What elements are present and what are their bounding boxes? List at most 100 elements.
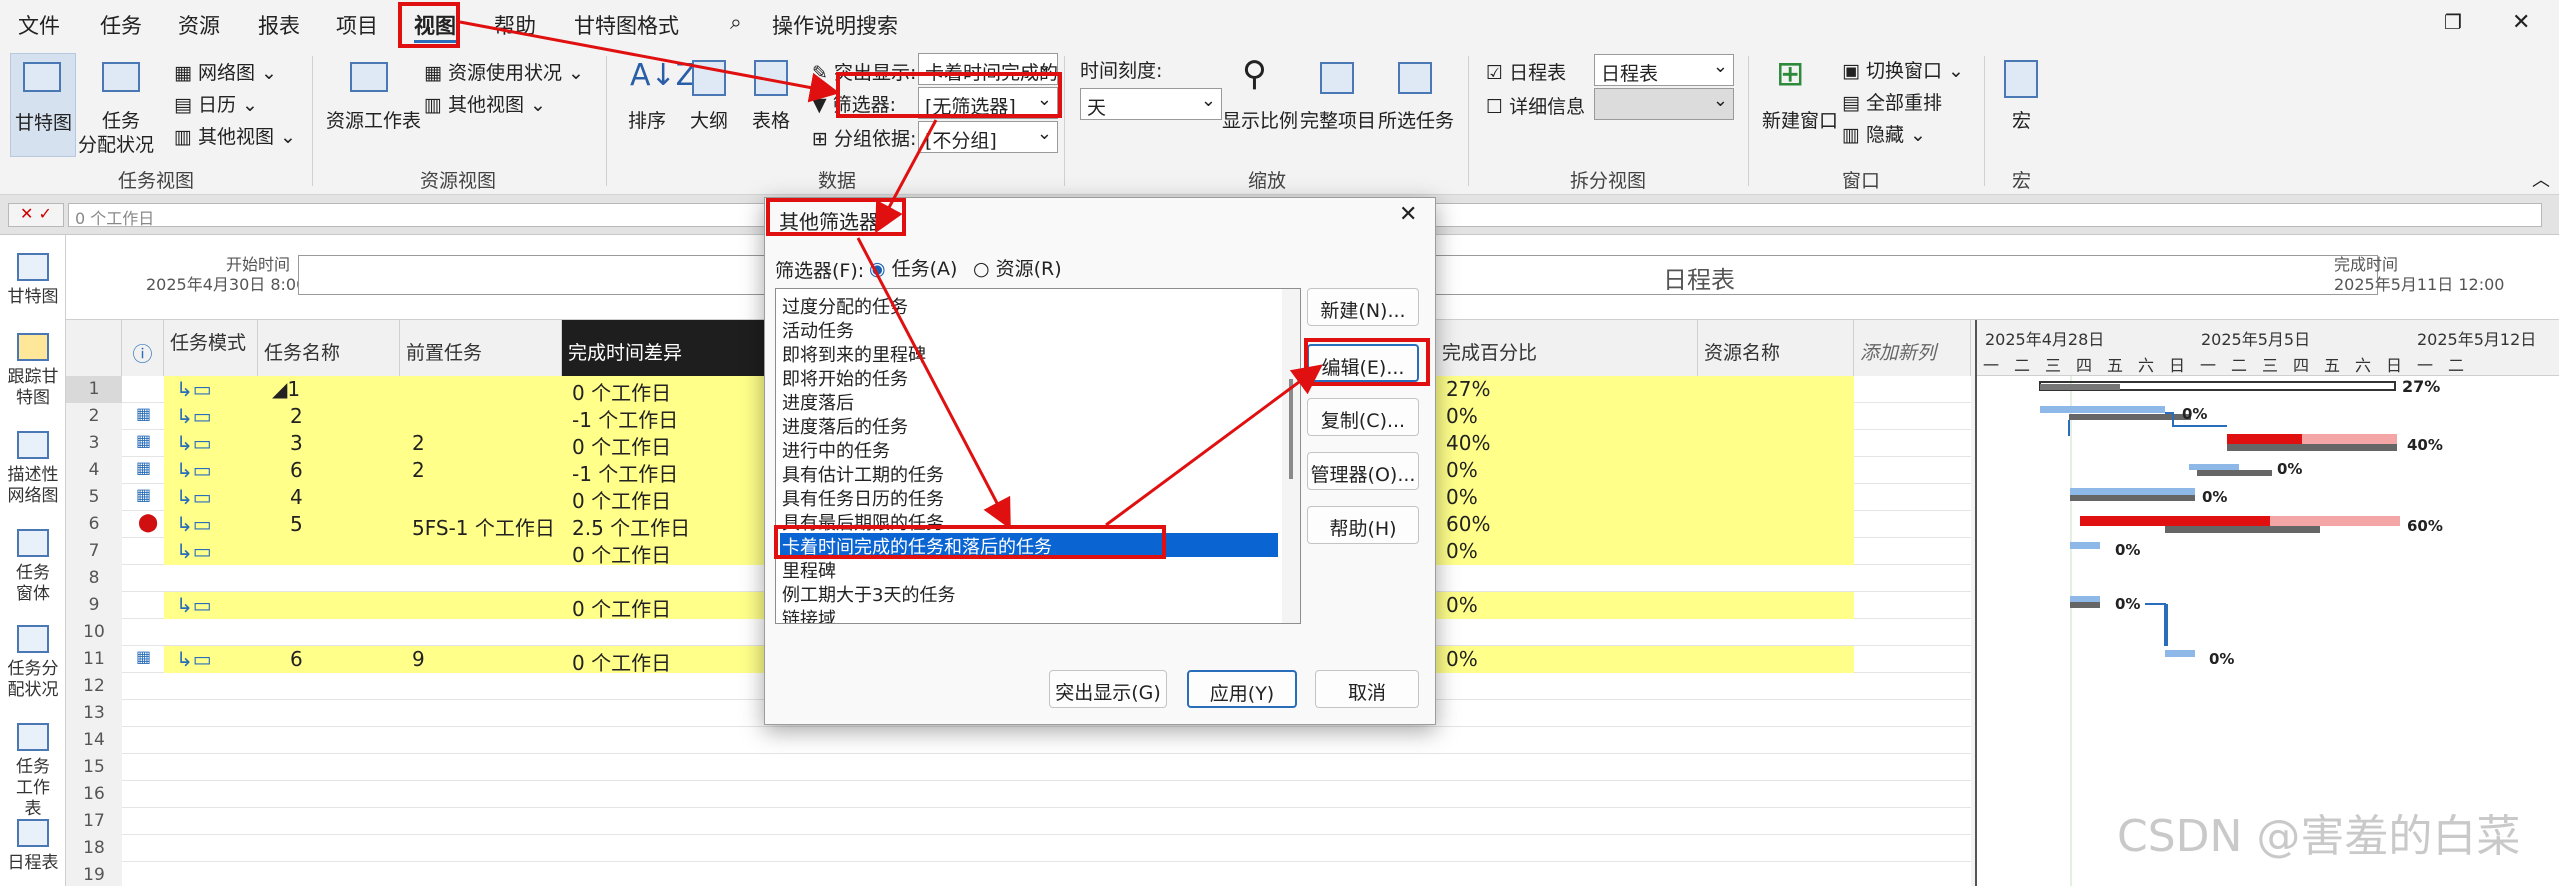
row-number[interactable]: 3	[66, 430, 122, 457]
percent-complete-cell[interactable]	[1440, 673, 1452, 700]
details-checkbox[interactable]: ☐ 详细信息	[1486, 92, 1585, 119]
task-name-cell[interactable]	[284, 538, 296, 565]
task-name-cell[interactable]: 3	[284, 430, 309, 457]
task-name-cell[interactable]	[284, 565, 296, 592]
percent-complete-cell[interactable]	[1440, 619, 1452, 646]
list-scrollbar[interactable]	[1282, 289, 1300, 623]
filter-dropdown[interactable]: [无筛选器]	[918, 87, 1058, 119]
switch-windows-button[interactable]: ▣ 切换窗口 ⌄	[1842, 56, 1964, 83]
percent-complete-cell[interactable]: 40%	[1440, 430, 1496, 457]
restore-icon[interactable]: ❐	[2444, 10, 2462, 34]
row-number[interactable]: 7	[66, 538, 122, 565]
row-number[interactable]: 9	[66, 592, 122, 619]
row-number[interactable]: 13	[66, 700, 122, 727]
row-number[interactable]: 8	[66, 565, 122, 592]
percent-complete-cell[interactable]	[1440, 862, 1452, 886]
outline-button[interactable]: 大纲	[690, 106, 728, 133]
finish-variance-cell[interactable]	[566, 835, 578, 862]
cancel-entry-icon[interactable]: ✕ ✓	[8, 203, 64, 227]
filter-list-item[interactable]: 活动任务	[780, 317, 1278, 342]
menu-gantt-format[interactable]: 甘特图格式	[574, 10, 679, 40]
finish-variance-cell[interactable]	[566, 673, 578, 700]
timeline-checkbox[interactable]: ☑ 日程表	[1486, 58, 1566, 85]
tell-me-search[interactable]: 操作说明搜索	[772, 10, 898, 40]
task-usage-label-2[interactable]: 分配状况	[78, 130, 154, 157]
finish-variance-cell[interactable]	[566, 619, 578, 646]
col-add-new[interactable]: 添加新列	[1854, 320, 1971, 376]
predecessors-cell[interactable]: 9	[406, 646, 431, 673]
task-name-cell[interactable]	[284, 835, 296, 862]
hide-button[interactable]: ▥ 隐藏 ⌄	[1842, 120, 1926, 147]
percent-complete-cell[interactable]: 0%	[1440, 457, 1484, 484]
task-name-cell[interactable]	[284, 754, 296, 781]
other-task-views-button[interactable]: ▥ 其他视图 ⌄	[174, 122, 296, 149]
filter-list-item[interactable]: 里程碑	[780, 557, 1278, 582]
col-task-mode[interactable]: 任务模式	[164, 320, 258, 376]
predecessors-cell[interactable]	[406, 592, 418, 619]
resource-sheet-button[interactable]: 资源工作表	[326, 106, 421, 133]
filter-list-item[interactable]: 进度落后的任务	[780, 413, 1278, 438]
percent-complete-cell[interactable]	[1440, 700, 1452, 727]
col-task-name[interactable]: 任务名称	[258, 320, 400, 376]
filter-list-item[interactable]: 即将到来的里程碑	[780, 341, 1278, 366]
search-icon[interactable]: ⌕	[730, 10, 742, 35]
task-name-cell[interactable]	[284, 673, 296, 700]
filter-list-item[interactable]: 具有任务日历的任务	[780, 485, 1278, 510]
percent-complete-cell[interactable]	[1440, 808, 1452, 835]
table-row[interactable]: 16	[66, 781, 1971, 808]
filter-list-item[interactable]: 进度落后	[780, 389, 1278, 414]
finish-variance-cell[interactable]: 0 个工作日	[566, 430, 677, 459]
task-name-cell[interactable]: 4	[284, 484, 309, 511]
row-number[interactable]: 17	[66, 808, 122, 835]
row-number[interactable]: 2	[66, 403, 122, 430]
arrange-all-button[interactable]: ▤ 全部重排	[1842, 88, 1942, 115]
percent-complete-cell[interactable]	[1440, 754, 1452, 781]
indicators-icon[interactable]: ⓘ	[122, 320, 164, 376]
predecessors-cell[interactable]	[406, 781, 418, 808]
predecessors-cell[interactable]: 2	[406, 430, 431, 457]
menu-resource[interactable]: 资源	[178, 10, 220, 40]
predecessors-cell[interactable]	[406, 565, 418, 592]
row-number[interactable]: 10	[66, 619, 122, 646]
row-number[interactable]: 16	[66, 781, 122, 808]
predecessors-cell[interactable]	[406, 619, 418, 646]
resource-usage-button[interactable]: ▦ 资源使用状况 ⌄	[424, 58, 584, 85]
viewbar-task-form[interactable]: 任务窗体	[0, 563, 66, 605]
predecessors-cell[interactable]	[406, 376, 418, 403]
predecessors-cell[interactable]: 2	[406, 457, 431, 484]
tables-button[interactable]: 表格	[752, 106, 790, 133]
col-predecessors[interactable]: 前置任务	[400, 320, 562, 376]
network-diagram-button[interactable]: ▦ 网络图 ⌄	[174, 58, 277, 85]
copy-button[interactable]: 复制(C)...	[1307, 398, 1419, 436]
finish-variance-cell[interactable]: 0 个工作日	[566, 646, 677, 675]
predecessors-cell[interactable]	[406, 835, 418, 862]
menu-project[interactable]: 项目	[336, 10, 378, 40]
percent-complete-cell[interactable]: 0%	[1440, 484, 1484, 511]
finish-variance-cell[interactable]: -1 个工作日	[566, 403, 684, 432]
sort-button[interactable]: 排序	[628, 106, 666, 133]
table-row[interactable]: 18	[66, 835, 1971, 862]
predecessors-cell[interactable]	[406, 727, 418, 754]
table-row[interactable]: 19	[66, 862, 1971, 886]
predecessors-cell[interactable]	[406, 538, 418, 565]
row-number[interactable]: 4	[66, 457, 122, 484]
task-name-cell[interactable]: ◢1	[266, 376, 306, 403]
filter-list-item[interactable]: 具有估计工期的任务	[780, 461, 1278, 486]
help-button[interactable]: 帮助(H)	[1307, 506, 1419, 544]
details-dropdown[interactable]	[1594, 88, 1734, 120]
viewbar-network[interactable]: 描述性网络图	[0, 465, 66, 507]
percent-complete-cell[interactable]: 60%	[1440, 511, 1496, 538]
viewbar-task-sheet[interactable]: 任务工作表	[0, 757, 66, 820]
close-icon[interactable]: ✕	[2512, 10, 2530, 35]
filter-list-item[interactable]: 链接域	[780, 605, 1278, 623]
task-name-cell[interactable]: 2	[284, 403, 309, 430]
highlight-dropdown[interactable]: 卡着时间完成的	[918, 53, 1058, 85]
timescale-dropdown[interactable]: 天	[1080, 88, 1222, 120]
percent-complete-cell[interactable]	[1440, 835, 1452, 862]
menu-view[interactable]: 视图	[414, 10, 456, 43]
finish-variance-cell[interactable]	[566, 862, 578, 886]
percent-complete-cell[interactable]: 0%	[1440, 538, 1484, 565]
viewbar-tracking-gantt[interactable]: 跟踪甘特图	[0, 367, 66, 409]
finish-variance-cell[interactable]: 0 个工作日	[566, 592, 677, 621]
timeline-dropdown[interactable]: 日程表	[1594, 54, 1734, 86]
